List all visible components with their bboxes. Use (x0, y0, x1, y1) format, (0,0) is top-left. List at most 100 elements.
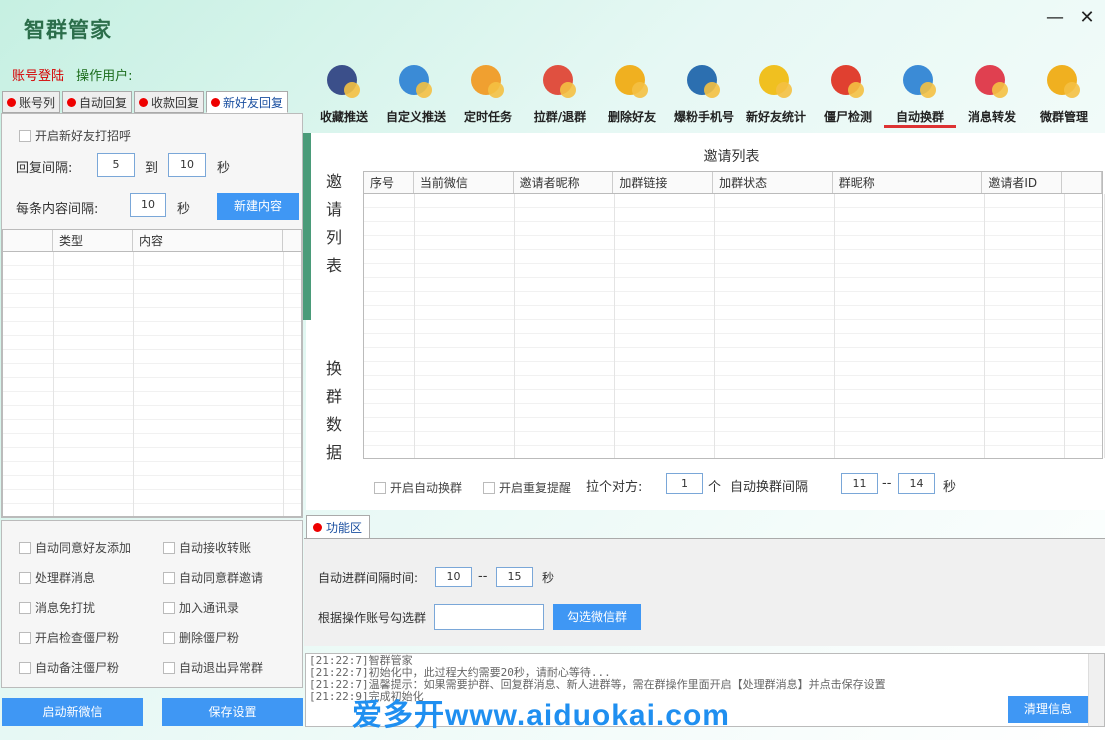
tab-new-friend-reply[interactable]: 新好友回复 (206, 91, 289, 113)
option-checkbox[interactable]: 自动备注僵尸粉 (19, 659, 119, 676)
invite-table: 序号 当前微信 邀请者昵称 加群链接 加群状态 群昵称 邀请者ID (363, 171, 1105, 459)
reply-interval-label: 回复间隔: (16, 161, 73, 176)
checkbox-label: 开启检查僵尸粉 (35, 631, 120, 645)
sliders-icon (900, 62, 940, 102)
operator-label: 操作用户: (76, 69, 133, 84)
column-divider (834, 194, 835, 458)
checkbox-box[interactable] (19, 661, 31, 674)
checkbox-box[interactable] (19, 129, 31, 142)
checkbox-box[interactable] (374, 481, 386, 494)
minimize-button[interactable]: — (1045, 8, 1065, 28)
invite-list-side-title[interactable]: 邀请列表 (306, 133, 358, 320)
checkbox-box[interactable] (163, 631, 175, 644)
column-header: 类型 (53, 230, 133, 251)
new-content-button[interactable]: 新建内容 (217, 193, 299, 220)
option-checkbox[interactable]: 自动同意群邀请 (163, 569, 263, 586)
tool-org-chart[interactable]: 拉群/退群 (524, 60, 596, 128)
checkbox-box[interactable] (19, 571, 31, 584)
enable-greeting-checkbox[interactable]: 开启新好友打招呼 (19, 127, 131, 144)
switch-interval-from-input[interactable]: 11 (841, 473, 878, 494)
checkbox-box[interactable] (19, 541, 31, 554)
tool-label: 新好友统计 (745, 110, 806, 124)
account-select-input[interactable] (434, 604, 544, 630)
option-checkbox[interactable]: 自动退出异常群 (163, 659, 263, 676)
checkbox-label: 自动同意群邀请 (179, 571, 264, 585)
tool-user-chat[interactable]: 定时任务 (452, 60, 524, 128)
column-header (3, 230, 53, 251)
checkbox-label: 加入通讯录 (179, 601, 240, 615)
tool-leaf-stats[interactable]: 新好友统计 (740, 60, 812, 128)
auto-switch-checkbox[interactable]: 开启自动换群 (374, 479, 462, 496)
join-interval-from-input[interactable]: 10 (435, 567, 472, 587)
column-header: 邀请者ID (982, 172, 1063, 193)
table-header: 类型 内容 (3, 230, 301, 252)
each-interval-label: 每条内容间隔: (16, 202, 99, 217)
tool-chat-stars[interactable]: 自定义推送 (380, 60, 452, 128)
option-checkbox[interactable]: 加入通讯录 (163, 599, 239, 616)
left-tabs: 账号列 自动回复 收款回复 新好友回复 (2, 91, 289, 113)
option-checkbox[interactable]: 自动接收转账 (163, 539, 251, 556)
clear-info-button[interactable]: 清理信息 (1008, 696, 1088, 723)
checkbox-label: 自动退出异常群 (179, 661, 264, 675)
option-checkbox[interactable]: 开启检查僵尸粉 (19, 629, 119, 646)
option-checkbox[interactable]: 删除僵尸粉 (163, 629, 239, 646)
gear-icon (1044, 62, 1084, 102)
checkbox-label: 自动同意好友添加 (35, 541, 132, 555)
tool-search-list[interactable]: 爆粉手机号 (668, 60, 740, 128)
tab-payment-reply[interactable]: 收款回复 (134, 91, 205, 113)
reply-interval-from-input[interactable]: 5 (97, 153, 135, 177)
switch-data-side-title[interactable]: 换群数据 (306, 320, 358, 510)
checkbox-box[interactable] (163, 571, 175, 584)
start-new-wechat-button[interactable]: 启动新微信 (2, 698, 143, 726)
table-body[interactable] (364, 194, 1105, 458)
option-checkbox[interactable]: 消息免打扰 (19, 599, 95, 616)
reply-interval-to-input[interactable]: 10 (168, 153, 206, 177)
close-button[interactable]: ✕ (1077, 8, 1097, 28)
tab-account-list[interactable]: 账号列 (2, 91, 61, 113)
tool-bookmark-clock[interactable]: 收藏推送 (308, 60, 380, 128)
option-checkbox[interactable]: 自动同意好友添加 (19, 539, 131, 556)
tool-label: 爆粉手机号 (673, 110, 734, 124)
checkbox-box[interactable] (163, 601, 175, 614)
select-wechat-groups-button[interactable]: 勾选微信群 (553, 604, 641, 630)
chat-stars-icon (396, 62, 436, 102)
tool-target[interactable]: 僵尸检测 (812, 60, 884, 128)
log-scrollbar[interactable] (1088, 654, 1104, 726)
side-title-text: 邀请列表 (323, 173, 342, 285)
checkbox-box[interactable] (19, 601, 31, 614)
tab-auto-reply[interactable]: 自动回复 (62, 91, 133, 113)
save-settings-button[interactable]: 保存设置 (162, 698, 303, 726)
to-label: 到 (145, 161, 159, 176)
checkbox-box[interactable] (483, 481, 495, 494)
checkbox-box[interactable] (19, 631, 31, 644)
tool-label: 僵尸检测 (823, 110, 872, 124)
tool-sliders[interactable]: 自动换群 (884, 60, 956, 128)
status-dot-icon (67, 97, 77, 107)
tool-dots[interactable]: 消息转发 (956, 60, 1028, 128)
active-side-indicator (303, 133, 306, 320)
column-divider (414, 194, 415, 458)
function-panel: 自动进群间隔时间: 10 -- 15 秒 根据操作账号勾选群 勾选微信群 (304, 538, 1105, 646)
column-divider (714, 194, 715, 458)
switch-interval-to-input[interactable]: 14 (898, 473, 935, 494)
tab-function-area[interactable]: 功能区 (306, 515, 370, 539)
column-header: 邀请者昵称 (514, 172, 614, 193)
tool-gear[interactable]: 微群管理 (1028, 60, 1100, 128)
repeat-remind-checkbox[interactable]: 开启重复提醒 (483, 479, 571, 496)
checkbox-box[interactable] (163, 541, 175, 554)
each-interval-input[interactable]: 10 (130, 193, 166, 217)
table-header: 序号 当前微信 邀请者昵称 加群链接 加群状态 群昵称 邀请者ID (364, 172, 1103, 194)
status-dot-icon (7, 97, 16, 107)
leaf-stats-icon (756, 62, 796, 102)
table-body[interactable] (3, 252, 301, 516)
seconds-label: 秒 (542, 571, 555, 585)
tool-pacman[interactable]: 删除好友 (596, 60, 668, 128)
login-label[interactable]: 账号登陆 (12, 69, 64, 84)
column-header: 内容 (133, 230, 283, 251)
pull-count-input[interactable]: 1 (666, 473, 703, 494)
main-toolbar: 收藏推送 自定义推送 定时任务 拉群/退群 删除好友 爆粉手机号 新好友统计 僵尸检测 自动换群… (308, 60, 1100, 128)
option-checkbox[interactable]: 处理群消息 (19, 569, 95, 586)
join-interval-to-input[interactable]: 15 (496, 567, 533, 587)
checkbox-box[interactable] (163, 661, 175, 674)
tab-label: 新好友回复 (223, 95, 284, 110)
